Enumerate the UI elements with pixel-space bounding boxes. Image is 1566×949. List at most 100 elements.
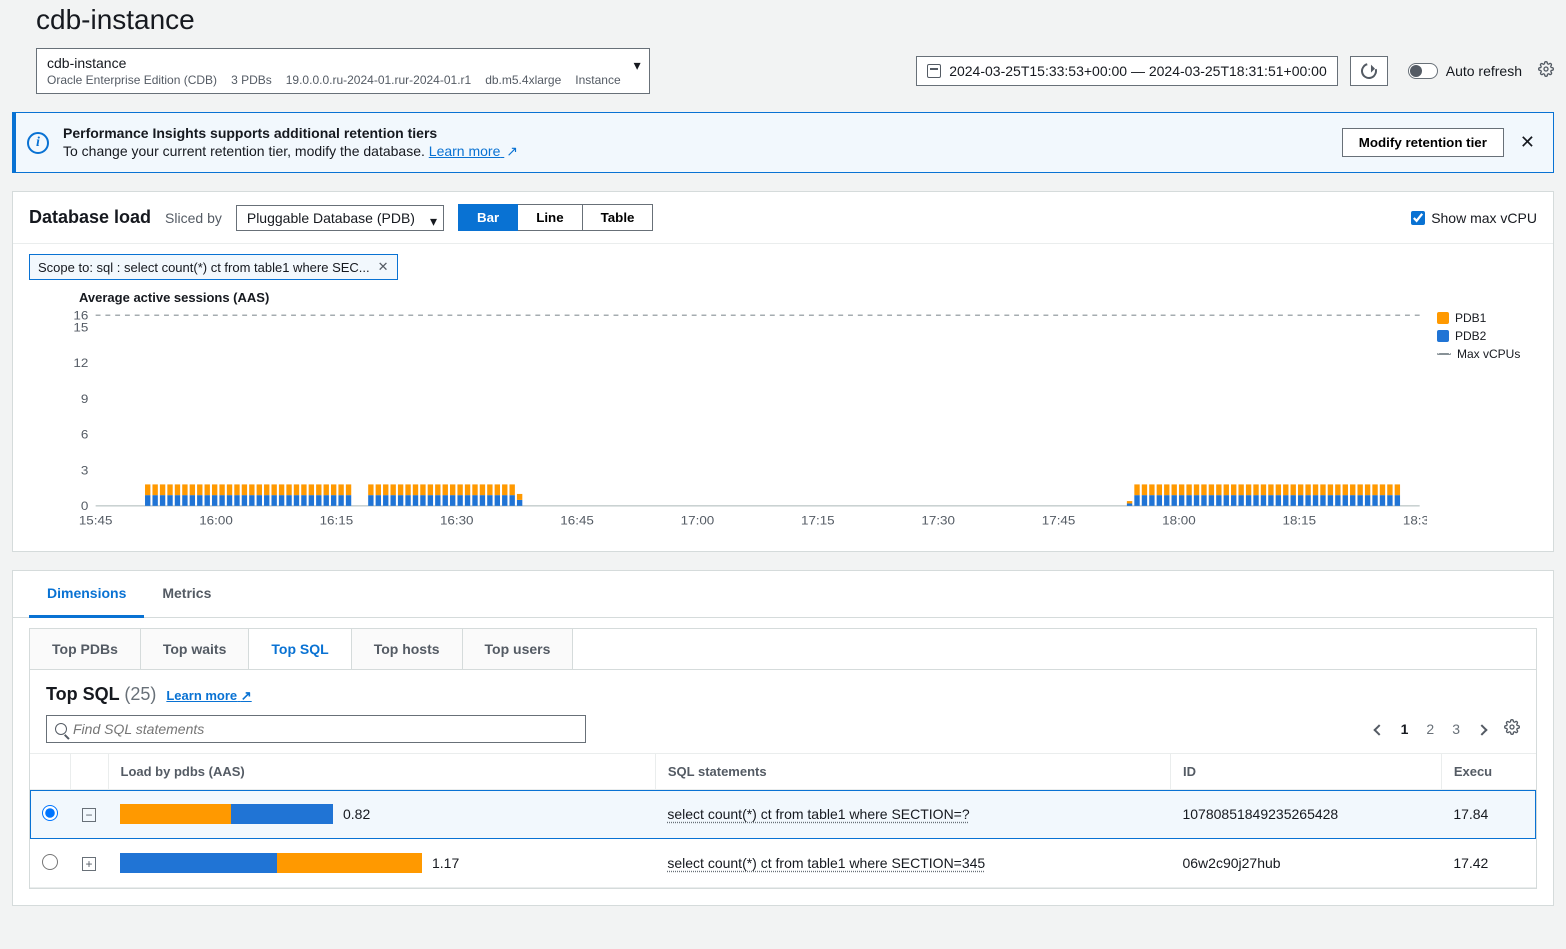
sql-id: 06w2c90j27hub bbox=[1170, 839, 1441, 888]
svg-text:12: 12 bbox=[73, 357, 88, 370]
svg-text:15:45: 15:45 bbox=[79, 515, 113, 528]
tab-top-sql[interactable]: Top SQL bbox=[249, 629, 351, 669]
svg-text:9: 9 bbox=[81, 393, 89, 406]
view-bar-button[interactable]: Bar bbox=[458, 204, 518, 231]
banner-learn-more-link[interactable]: Learn more ↗ bbox=[429, 143, 518, 159]
table-settings-gear[interactable] bbox=[1504, 719, 1520, 740]
show-max-vcpu-checkbox[interactable] bbox=[1411, 211, 1425, 225]
load-value: 0.82 bbox=[343, 806, 370, 822]
legend-swatch-pdb2 bbox=[1437, 330, 1449, 342]
refresh-icon bbox=[1358, 60, 1380, 82]
page-1[interactable]: 1 bbox=[1397, 719, 1413, 739]
auto-refresh-toggle[interactable]: Auto refresh bbox=[1408, 63, 1522, 79]
slice-by-value: Pluggable Database (PDB) bbox=[247, 210, 415, 226]
dimensions-panel: Dimensions Metrics Top PDBs Top waits To… bbox=[12, 570, 1554, 906]
table-row[interactable]: +1.17 select count(*) ct from table1 wher… bbox=[30, 839, 1536, 888]
svg-text:3: 3 bbox=[81, 464, 89, 477]
page-title: cdb-instance bbox=[36, 4, 1554, 36]
col-exec[interactable]: Execu bbox=[1441, 754, 1536, 790]
instance-kind: Instance bbox=[575, 73, 620, 87]
page-prev[interactable] bbox=[1371, 719, 1387, 739]
database-load-panel: Database load Sliced by Pluggable Databa… bbox=[12, 191, 1554, 552]
load-panel-title: Database load bbox=[29, 207, 151, 228]
sql-search-input-wrapper[interactable] bbox=[46, 715, 586, 743]
tab-dimensions[interactable]: Dimensions bbox=[29, 571, 144, 618]
chevron-down-icon: ▾ bbox=[634, 57, 641, 74]
instance-selector[interactable]: cdb-instance Oracle Enterprise Edition (… bbox=[36, 48, 650, 94]
svg-text:16:00: 16:00 bbox=[199, 515, 233, 528]
chevron-down-icon: ▾ bbox=[430, 213, 437, 230]
svg-text:17:00: 17:00 bbox=[681, 515, 715, 528]
time-range-value: 2024-03-25T15:33:53+00:00 — 2024-03-25T1… bbox=[949, 63, 1327, 79]
instance-version: 19.0.0.0.ru-2024-01.rur-2024-01.r1 bbox=[286, 73, 471, 87]
svg-text:6: 6 bbox=[81, 428, 89, 441]
page-2[interactable]: 2 bbox=[1422, 719, 1438, 739]
top-sql-title: Top SQL bbox=[46, 684, 119, 704]
load-bar: 0.82 bbox=[120, 804, 643, 824]
chart-legend: PDB1 PDB2 Max vCPUs bbox=[1427, 311, 1537, 365]
svg-text:18:15: 18:15 bbox=[1283, 515, 1317, 528]
sql-statement[interactable]: select count(*) ct from table1 where SEC… bbox=[667, 806, 969, 822]
info-icon: i bbox=[27, 132, 49, 154]
modify-retention-button[interactable]: Modify retention tier bbox=[1342, 128, 1504, 157]
search-icon bbox=[55, 723, 67, 735]
minor-tabs: Top PDBs Top waits Top SQL Top hosts Top… bbox=[29, 628, 1537, 669]
settings-gear-icon[interactable] bbox=[1538, 61, 1554, 82]
row-radio[interactable] bbox=[42, 854, 58, 870]
instance-pdbs: 3 PDBs bbox=[231, 73, 272, 87]
col-sql[interactable]: SQL statements bbox=[655, 754, 1170, 790]
legend-pdb2: PDB2 bbox=[1455, 329, 1486, 343]
pagination: 1 2 3 bbox=[1371, 719, 1520, 740]
legend-swatch-max bbox=[1437, 353, 1451, 355]
exec-value: 17.84 bbox=[1441, 790, 1536, 839]
show-max-label: Show max vCPU bbox=[1431, 210, 1537, 226]
svg-text:0: 0 bbox=[81, 500, 89, 513]
slice-by-select[interactable]: Pluggable Database (PDB) ▾ bbox=[236, 205, 444, 231]
aas-chart[interactable]: 036912151615:4516:0016:1516:3016:4517:00… bbox=[59, 311, 1427, 531]
expand-row-button[interactable]: + bbox=[82, 857, 96, 871]
svg-text:16:45: 16:45 bbox=[560, 515, 594, 528]
top-sql-count: (25) bbox=[124, 684, 156, 704]
tab-top-waits[interactable]: Top waits bbox=[141, 629, 250, 669]
col-id[interactable]: ID bbox=[1170, 754, 1441, 790]
legend-pdb1: PDB1 bbox=[1455, 311, 1486, 325]
page-next[interactable] bbox=[1474, 719, 1490, 739]
external-link-icon: ↗ bbox=[506, 143, 518, 160]
page-3[interactable]: 3 bbox=[1448, 719, 1464, 739]
banner-title: Performance Insights supports additional… bbox=[63, 125, 518, 141]
calendar-icon bbox=[927, 64, 941, 78]
row-radio[interactable] bbox=[42, 805, 58, 821]
tab-metrics[interactable]: Metrics bbox=[144, 571, 229, 617]
svg-text:17:45: 17:45 bbox=[1042, 515, 1076, 528]
legend-swatch-pdb1 bbox=[1437, 312, 1449, 324]
sql-id: 10780851849235265428 bbox=[1170, 790, 1441, 839]
chart-title: Average active sessions (AAS) bbox=[79, 290, 1537, 305]
tab-top-users[interactable]: Top users bbox=[463, 629, 574, 669]
close-banner-button[interactable]: ✕ bbox=[1516, 128, 1539, 157]
refresh-button[interactable] bbox=[1350, 56, 1388, 86]
col-load[interactable]: Load by pdbs (AAS) bbox=[108, 754, 655, 790]
legend-max: Max vCPUs bbox=[1457, 347, 1520, 361]
banner-body: To change your current retention tier, m… bbox=[63, 143, 429, 159]
table-row[interactable]: − 0.82 select count(*) ct from table1 wher… bbox=[30, 790, 1536, 839]
scope-chip-remove[interactable]: ✕ bbox=[378, 259, 389, 275]
view-table-button[interactable]: Table bbox=[583, 204, 654, 231]
svg-text:17:15: 17:15 bbox=[801, 515, 835, 528]
tab-top-hosts[interactable]: Top hosts bbox=[352, 629, 463, 669]
sql-statement[interactable]: select count(*) ct from table1 where SEC… bbox=[667, 855, 985, 871]
scope-filter-chip[interactable]: Scope to: sql : select count(*) ct from … bbox=[29, 254, 398, 280]
expand-row-button[interactable]: − bbox=[82, 808, 96, 822]
retention-info-banner: i Performance Insights supports addition… bbox=[12, 112, 1554, 173]
sql-search-input[interactable] bbox=[73, 721, 577, 737]
svg-text:17:30: 17:30 bbox=[921, 515, 955, 528]
time-range-picker[interactable]: 2024-03-25T15:33:53+00:00 — 2024-03-25T1… bbox=[916, 56, 1338, 86]
svg-text:18:00: 18:00 bbox=[1162, 515, 1196, 528]
svg-text:16:30: 16:30 bbox=[440, 515, 474, 528]
top-sql-table: Load by pdbs (AAS) SQL statements ID Exe… bbox=[30, 753, 1536, 888]
load-bar: 1.17 bbox=[120, 853, 643, 873]
svg-text:16: 16 bbox=[73, 311, 88, 322]
top-sql-learn-more[interactable]: Learn more ↗ bbox=[166, 688, 251, 704]
tab-top-pdbs[interactable]: Top PDBs bbox=[30, 629, 141, 669]
view-line-button[interactable]: Line bbox=[518, 204, 582, 231]
instance-size: db.m5.4xlarge bbox=[485, 73, 561, 87]
